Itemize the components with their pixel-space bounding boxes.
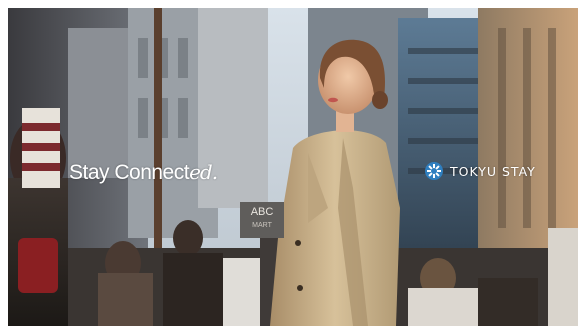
tagline-main-text: Stay Connect <box>69 161 190 184</box>
tokyu-stay-logo-icon <box>425 162 443 180</box>
brand-lockup: TOKYU STAY <box>424 161 536 181</box>
street-sign-subtext: MART <box>252 222 272 229</box>
street-sign: ABC MART <box>240 202 284 238</box>
advertisement-photo: ABC MART Stay Connected. TOKYU STAY <box>8 8 578 326</box>
street-sign-text: ABC <box>250 206 274 218</box>
ad-tagline: Stay Connected. <box>69 160 218 185</box>
tagline-script-text: ed. <box>189 160 218 184</box>
brand-name: TOKYU STAY <box>450 163 536 179</box>
